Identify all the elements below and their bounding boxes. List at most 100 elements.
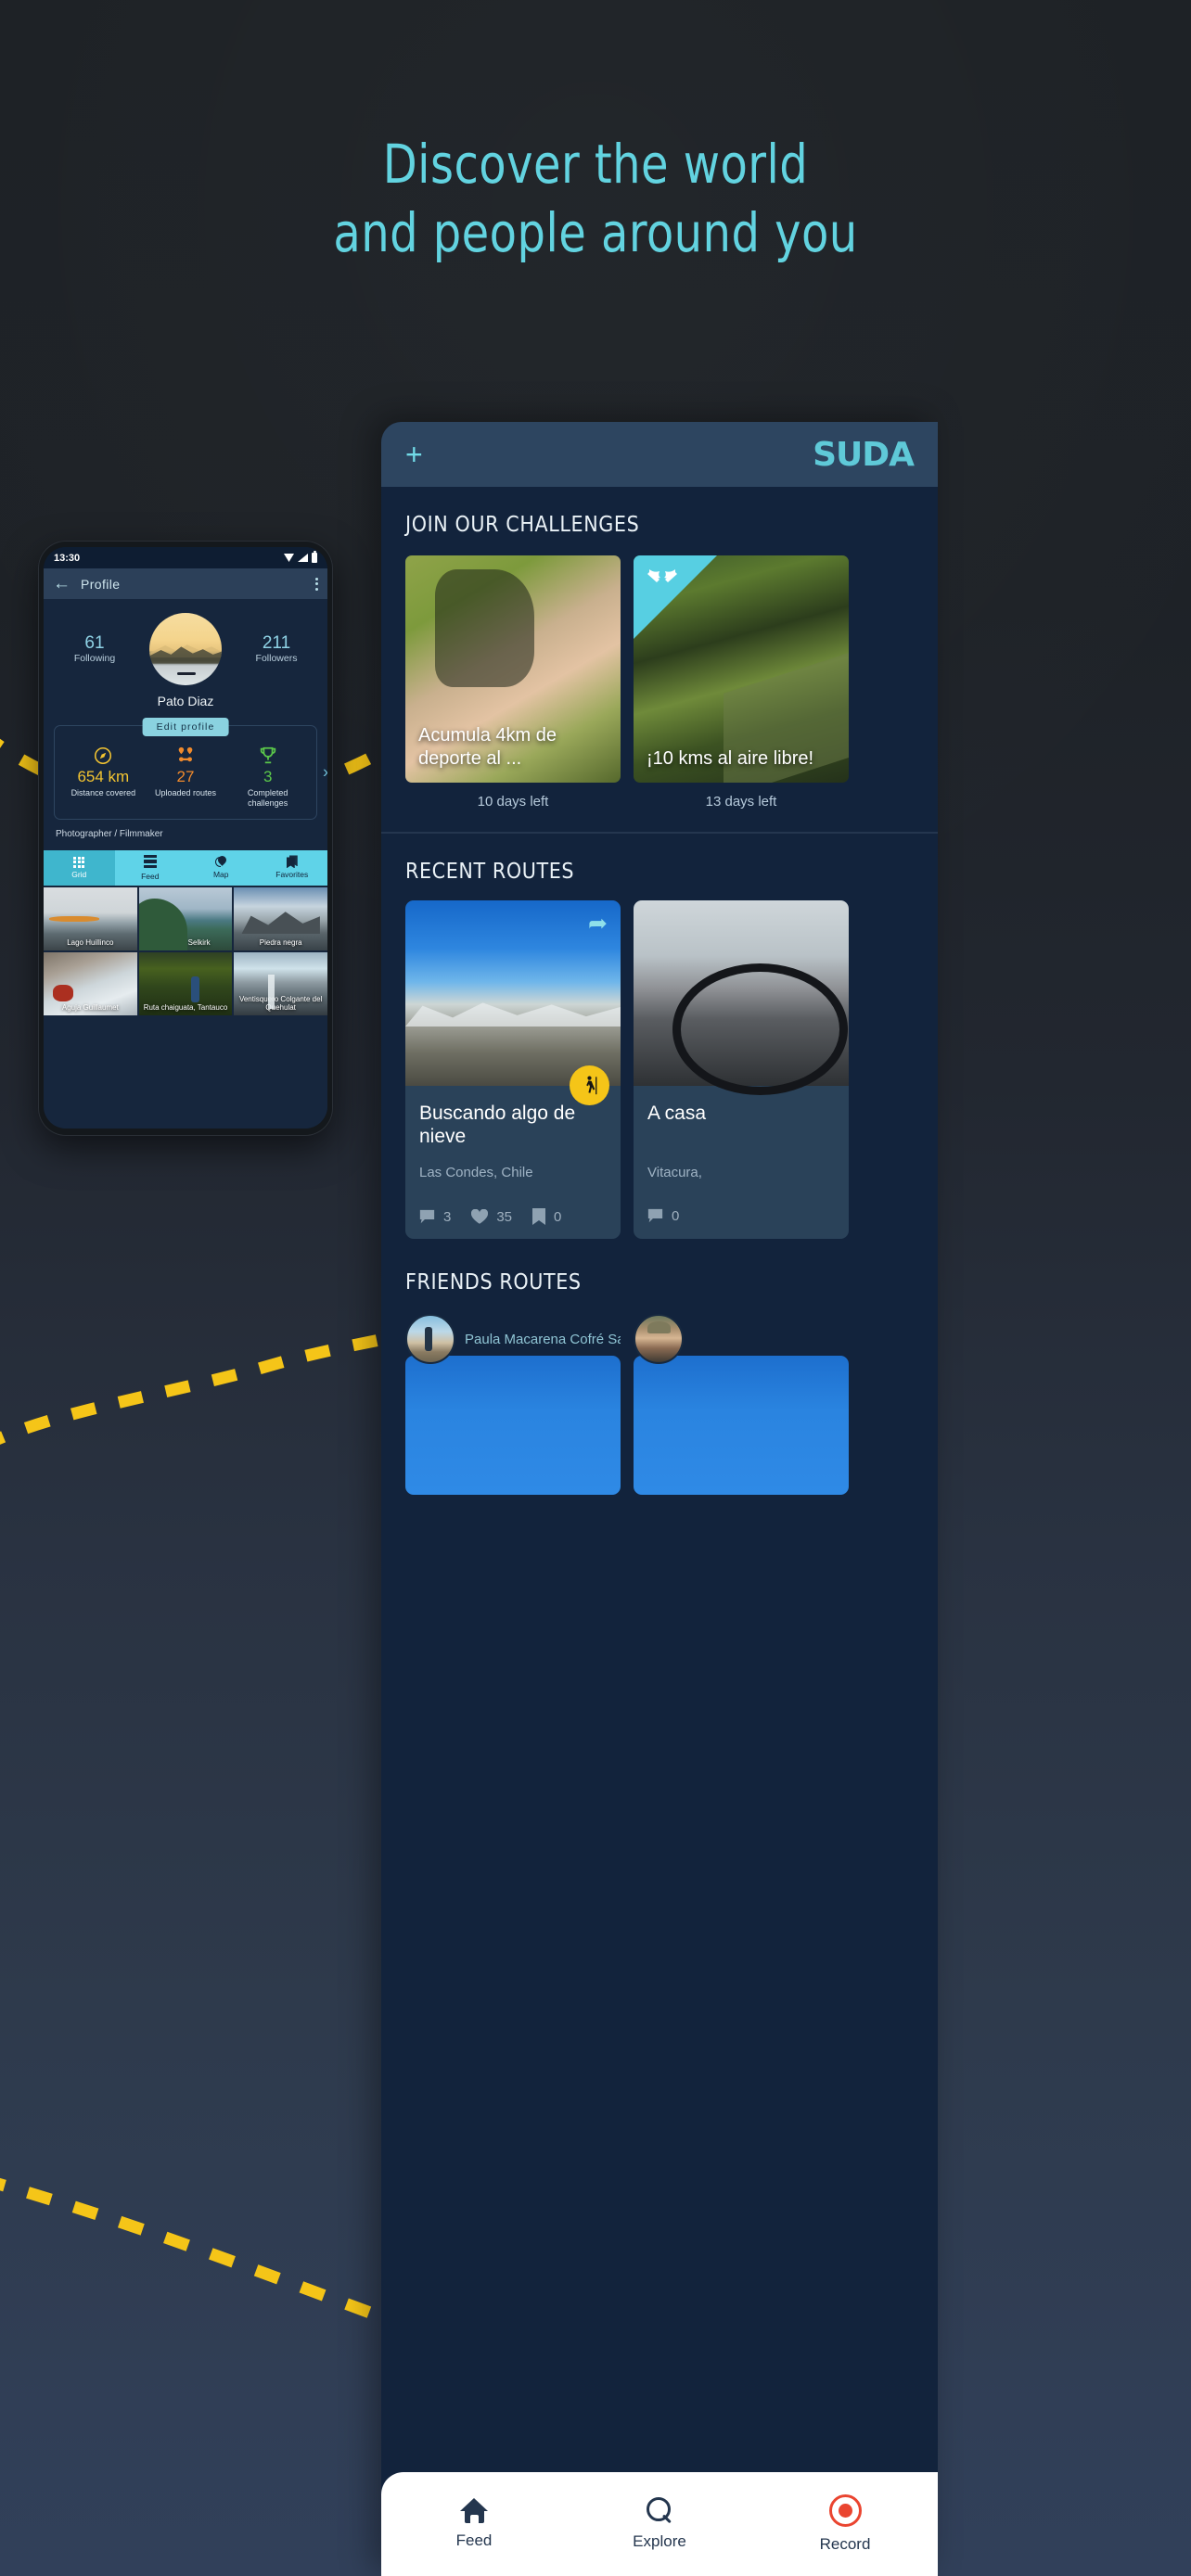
nav-item-feed[interactable]: Feed — [381, 2498, 567, 2550]
home-icon — [459, 2498, 489, 2523]
phone-app-bar: ← Profile — [44, 568, 327, 599]
friend-route-card[interactable] — [634, 1314, 849, 1496]
route-saves[interactable]: 0 — [532, 1208, 562, 1226]
edit-profile-button[interactable]: Edit profile — [142, 718, 229, 736]
following-stat[interactable]: 61 Following — [64, 633, 125, 665]
friend-name: Paula Macarena Cofré Sap... — [465, 1331, 621, 1347]
app-panel: + SUDA JOIN OUR CHALLENGES Acumula 4km d… — [381, 422, 938, 2576]
challenge-days-left: 13 days left — [705, 794, 777, 810]
bookmark-icon — [286, 855, 298, 869]
friend-route-image — [634, 1356, 849, 1496]
route-comments-count: 3 — [443, 1208, 452, 1225]
challenge-card[interactable]: Acumula 4km de deporte al ... 10 days le… — [405, 555, 621, 810]
profile-header: 61 Following 211 Followers — [44, 599, 327, 685]
grid-item-caption: Mirador Selkirk — [160, 938, 211, 948]
challenge-card[interactable]: ¡10 kms al aire libre! 13 days left — [634, 555, 849, 810]
nav-item-record[interactable]: Record — [752, 2494, 938, 2554]
overflow-menu-icon[interactable] — [315, 577, 318, 591]
grid-icon — [73, 856, 85, 869]
followers-stat[interactable]: 211 Followers — [246, 632, 307, 665]
challenge-ribbon — [634, 555, 717, 639]
nav-item-record-label: Record — [819, 2535, 871, 2553]
tab-feed[interactable]: Feed — [115, 850, 186, 886]
stat-distance[interactable]: 654 km Distance covered — [62, 745, 145, 798]
avatar[interactable] — [634, 1314, 684, 1365]
stat-distance-value: 654 km — [77, 768, 130, 785]
route-card[interactable]: A casa Vitacura, 0 — [634, 900, 849, 1240]
nav-item-feed-label: Feed — [455, 2531, 493, 2549]
following-label: Following — [73, 653, 116, 665]
grid-item[interactable]: Aguja Guillaumet — [44, 951, 137, 1015]
phone-profile-body: 61 Following 211 Followers Pato Diaz Edi… — [44, 599, 327, 1129]
avatar[interactable] — [149, 613, 222, 685]
battery-icon — [312, 551, 317, 563]
status-time: 13:30 — [54, 552, 81, 564]
stat-challenges[interactable]: 3 Completed challenges — [226, 745, 309, 809]
route-title: A casa — [647, 1103, 707, 1124]
signal-icon — [298, 554, 308, 562]
followers-label: Followers — [255, 653, 298, 665]
followers-count: 211 — [262, 632, 291, 653]
stat-routes[interactable]: 27 Uploaded routes — [145, 745, 227, 798]
route-image — [634, 900, 849, 1095]
comment-icon — [647, 1208, 663, 1224]
chevron-right-icon[interactable]: › — [323, 762, 327, 782]
hero-headline-line2: and people around you — [333, 201, 858, 264]
share-icon[interactable]: ➦ — [588, 912, 608, 936]
tab-map-label: Map — [212, 870, 229, 880]
stat-challenges-value: 3 — [263, 768, 273, 785]
grid-item[interactable]: Piedra negra — [234, 886, 327, 950]
route-stats: 3 35 0 — [419, 1208, 607, 1226]
nav-item-explore[interactable]: Explore — [567, 2497, 752, 2551]
promo-screenshot: Discover the world and people around you… — [0, 0, 1191, 2576]
phone-mockup: 13:30 ← Profile 61 Following 211 Followe… — [38, 541, 333, 1136]
hiker-icon — [570, 1065, 609, 1105]
route-location: Las Condes, Chile — [419, 1165, 533, 1181]
grid-item[interactable]: Ventisquero Colgante del Quehulat — [234, 951, 327, 1015]
back-arrow-icon[interactable]: ← — [53, 575, 70, 593]
route-saves-count: 0 — [554, 1208, 562, 1225]
wifi-icon — [284, 554, 294, 562]
route-stats: 0 — [647, 1208, 835, 1224]
grid-item-caption: Aguja Guillaumet — [61, 1003, 119, 1013]
tab-favorites[interactable]: Favorites — [257, 850, 328, 886]
challenge-image: ¡10 kms al aire libre! — [634, 555, 849, 783]
friend-route-card[interactable]: Paula Macarena Cofré Sap... — [405, 1314, 621, 1496]
page-title: Profile — [81, 576, 121, 592]
route-likes[interactable]: 35 — [471, 1208, 512, 1225]
grid-item-caption: Ventisquero Colgante del Quehulat — [238, 994, 323, 1013]
route-comments[interactable]: 3 — [419, 1209, 451, 1225]
stat-distance-caption: Distance covered — [70, 788, 136, 797]
recent-routes-carousel[interactable]: ➦ Buscando algo de nieve Las Condes, Chi… — [381, 884, 938, 1240]
challenges-carousel[interactable]: Acumula 4km de deporte al ... 10 days le… — [381, 537, 938, 810]
route-comments[interactable]: 0 — [647, 1208, 679, 1224]
avatar[interactable] — [405, 1314, 455, 1365]
friend-route-image — [405, 1356, 621, 1496]
challenge-image: Acumula 4km de deporte al ... — [405, 555, 621, 783]
tab-feed-label: Feed — [141, 871, 160, 881]
trophy-icon — [226, 745, 309, 766]
route-title: Buscando algo de nieve — [419, 1103, 576, 1148]
route-card-body: A casa Vitacura, 0 — [634, 1086, 849, 1238]
friends-routes-carousel[interactable]: Paula Macarena Cofré Sap... — [381, 1294, 938, 1496]
route-card[interactable]: ➦ Buscando algo de nieve Las Condes, Chi… — [405, 900, 621, 1240]
route-comments-count: 0 — [672, 1208, 680, 1224]
grid-item-caption: Ruta chaiguata, Tantauco — [143, 1003, 228, 1013]
challenge-days-left: 10 days left — [477, 794, 549, 810]
comment-icon — [419, 1209, 435, 1225]
route-location: Vitacura, — [647, 1165, 702, 1180]
grid-item[interactable]: Lago Huillinco — [44, 886, 137, 950]
grid-item-caption: Piedra negra — [259, 938, 302, 948]
grid-item[interactable]: Ruta chaiguata, Tantauco — [138, 951, 233, 1015]
profile-stats-box: 654 km Distance covered 27 Uploaded rout… — [54, 725, 327, 820]
stat-routes-value: 27 — [176, 768, 195, 785]
search-icon — [646, 2497, 673, 2524]
route-card-body: Buscando algo de nieve Las Condes, Chile… — [405, 1086, 621, 1239]
tab-grid[interactable]: Grid — [44, 849, 115, 886]
app-top-bar: + SUDA — [381, 422, 938, 487]
tab-map[interactable]: Map — [186, 850, 257, 886]
profile-photo-grid: Lago Huillinco Mirador Selkirk Piedra ne… — [44, 886, 327, 1015]
plus-icon[interactable]: + — [405, 440, 423, 469]
tab-favorites-label: Favorites — [275, 870, 309, 880]
grid-item[interactable]: Mirador Selkirk — [138, 886, 233, 950]
